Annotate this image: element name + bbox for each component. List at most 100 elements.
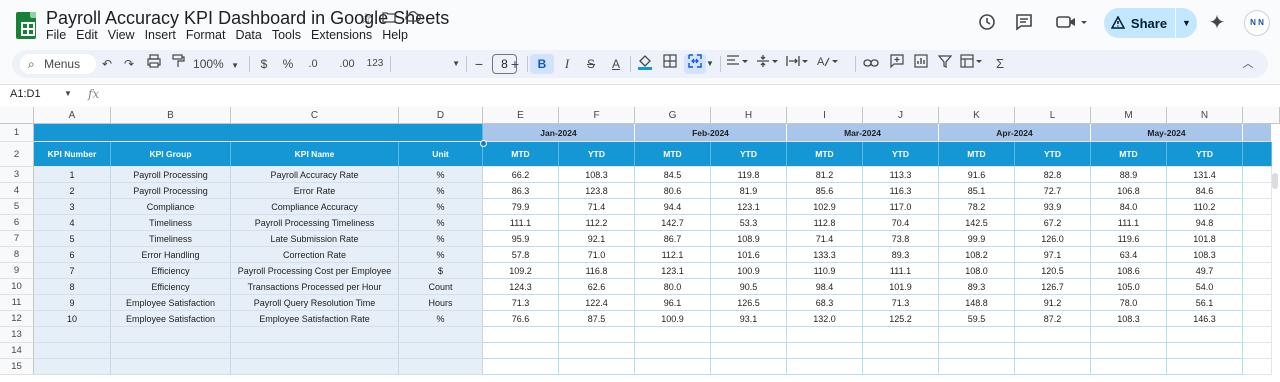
column-header-g[interactable]: G	[635, 107, 711, 124]
column-header-b[interactable]: B	[111, 107, 231, 124]
mtd-value-cell[interactable]: 106.8	[1091, 183, 1167, 199]
gemini-sparkle-icon[interactable]: ✦	[1206, 12, 1228, 34]
spreadsheet-grid[interactable]: A B C D E F G H I J K L M N 1 2 3 4 5 6 7 8 9 10 11 12 13 14 15 Jan-2…	[0, 107, 1280, 382]
ytd-value-cell[interactable]: 49.7	[1167, 263, 1243, 279]
empty-cell[interactable]	[1243, 167, 1272, 183]
kpi-name-cell[interactable]: Compliance Accuracy	[231, 199, 399, 215]
header-band[interactable]	[34, 124, 483, 142]
mtd-value-cell[interactable]: 108.6	[1091, 263, 1167, 279]
empty-data-cell[interactable]	[939, 327, 1015, 343]
decrease-font-size-button[interactable]: −	[472, 54, 486, 74]
mtd-value-cell[interactable]: 88.9	[1091, 167, 1167, 183]
unit-cell[interactable]: %	[399, 167, 483, 183]
ytd-value-cell[interactable]: 120.5	[1015, 263, 1091, 279]
month-header[interactable]: Apr-2024	[939, 124, 1091, 142]
mtd-value-cell[interactable]: 66.2	[483, 167, 559, 183]
kpi-number-cell[interactable]: 1	[34, 167, 111, 183]
column-header-j[interactable]: J	[863, 107, 939, 124]
empty-cell[interactable]	[1243, 231, 1272, 247]
mtd-value-cell[interactable]: 96.1	[635, 295, 711, 311]
row-header-14[interactable]: 14	[0, 343, 34, 359]
empty-data-cell[interactable]	[483, 359, 559, 375]
kpi-group-cell[interactable]: Efficiency	[111, 263, 231, 279]
mtd-value-cell[interactable]: 89.3	[939, 279, 1015, 295]
move-to-folder-icon[interactable]	[381, 10, 397, 26]
ytd-value-cell[interactable]: 84.6	[1167, 183, 1243, 199]
empty-cell[interactable]	[1243, 199, 1272, 215]
chevron-down-icon[interactable]: ▼	[706, 54, 714, 74]
ytd-value-cell[interactable]: 70.4	[863, 215, 939, 231]
mtd-value-cell[interactable]: 124.3	[483, 279, 559, 295]
insert-chart-icon[interactable]	[912, 54, 930, 74]
row-header-9[interactable]: 9	[0, 263, 34, 279]
collapse-toolbar-icon[interactable]: ︿	[1240, 54, 1256, 74]
menu-edit[interactable]: Edit	[71, 28, 103, 44]
ytd-value-cell[interactable]: 71.0	[559, 247, 635, 263]
mtd-value-cell[interactable]: 108.2	[939, 247, 1015, 263]
mtd-value-cell[interactable]: 142.7	[635, 215, 711, 231]
empty-data-cell[interactable]	[1015, 359, 1091, 375]
mtd-value-cell[interactable]: 110.9	[787, 263, 863, 279]
mtd-value-cell[interactable]: 59.5	[939, 311, 1015, 327]
mtd-value-cell[interactable]: 148.8	[939, 295, 1015, 311]
mtd-value-cell[interactable]: 94.4	[635, 199, 711, 215]
kpi-name-cell[interactable]: Late Submission Rate	[231, 231, 399, 247]
search-menus[interactable]: ⌕ Menus	[20, 54, 96, 74]
font-family-select[interactable]: ▼	[396, 54, 460, 74]
version-history-icon[interactable]	[976, 12, 998, 34]
empty-cell[interactable]	[1243, 183, 1272, 199]
share-button[interactable]: Share ▼	[1104, 8, 1197, 38]
selection-fill-handle[interactable]	[480, 140, 487, 147]
ytd-value-cell[interactable]: 56.1	[1167, 295, 1243, 311]
empty-data-cell[interactable]	[787, 327, 863, 343]
kpi-group-cell[interactable]: Error Handling	[111, 247, 231, 263]
merge-cells-icon[interactable]	[684, 54, 706, 74]
mtd-header[interactable]: MTD	[635, 142, 711, 167]
ytd-value-cell[interactable]: 123.1	[711, 199, 787, 215]
mtd-value-cell[interactable]: 100.9	[635, 311, 711, 327]
ytd-value-cell[interactable]: 146.3	[1167, 311, 1243, 327]
kpi-number-cell[interactable]: 4	[34, 215, 111, 231]
empty-data-cell[interactable]	[863, 343, 939, 359]
kpi-number-cell[interactable]: 2	[34, 183, 111, 199]
ytd-value-cell[interactable]: 71.3	[863, 295, 939, 311]
ytd-value-cell[interactable]: 81.9	[711, 183, 787, 199]
vertical-align-icon[interactable]	[754, 54, 780, 74]
kpi-name-cell[interactable]: Correction Rate	[231, 247, 399, 263]
kpi-number-header[interactable]: KPI Number	[34, 142, 111, 167]
mtd-value-cell[interactable]: 80.6	[635, 183, 711, 199]
print-icon[interactable]	[146, 54, 162, 74]
ytd-value-cell[interactable]: 90.5	[711, 279, 787, 295]
mtd-value-cell[interactable]: 86.7	[635, 231, 711, 247]
kpi-group-cell[interactable]: Timeliness	[111, 215, 231, 231]
share-main[interactable]: Share	[1104, 8, 1174, 38]
month-header[interactable]: Mar-2024	[787, 124, 939, 142]
empty-cell[interactable]	[1243, 295, 1272, 311]
ytd-value-cell[interactable]: 93.9	[1015, 199, 1091, 215]
row-header-3[interactable]: 3	[0, 167, 34, 183]
ytd-value-cell[interactable]: 100.9	[711, 263, 787, 279]
ytd-value-cell[interactable]: 119.8	[711, 167, 787, 183]
empty-data-cell[interactable]	[787, 359, 863, 375]
empty-data-cell[interactable]	[939, 343, 1015, 359]
menu-tools[interactable]: Tools	[267, 28, 306, 44]
empty-info-cell[interactable]	[111, 327, 231, 343]
ytd-value-cell[interactable]: 113.3	[863, 167, 939, 183]
mtd-value-cell[interactable]: 79.9	[483, 199, 559, 215]
unit-cell[interactable]: %	[399, 231, 483, 247]
mtd-value-cell[interactable]: 80.0	[635, 279, 711, 295]
empty-data-cell[interactable]	[483, 343, 559, 359]
row-header-8[interactable]: 8	[0, 247, 34, 263]
kpi-group-cell[interactable]: Compliance	[111, 199, 231, 215]
empty-data-cell[interactable]	[1167, 327, 1243, 343]
select-all-corner[interactable]	[0, 107, 34, 124]
mtd-value-cell[interactable]: 91.6	[939, 167, 1015, 183]
mtd-value-cell[interactable]: 111.1	[483, 215, 559, 231]
row-header-11[interactable]: 11	[0, 295, 34, 311]
mtd-value-cell[interactable]: 105.0	[1091, 279, 1167, 295]
italic-button[interactable]: I	[558, 54, 576, 74]
empty-info-cell[interactable]	[231, 359, 399, 375]
unit-header[interactable]: Unit	[399, 142, 483, 167]
row-header-2[interactable]: 2	[0, 142, 34, 167]
empty-cell[interactable]	[1243, 263, 1272, 279]
